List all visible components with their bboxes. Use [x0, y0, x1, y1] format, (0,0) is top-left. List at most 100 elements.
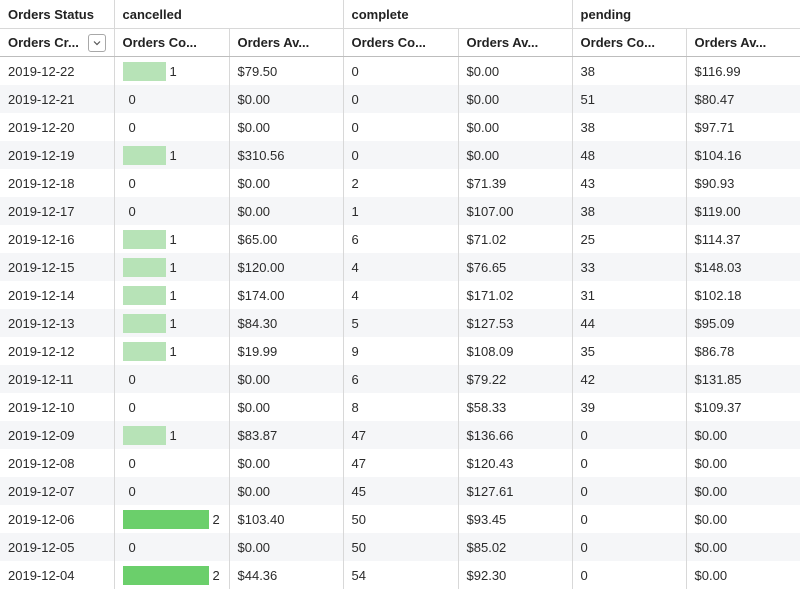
cell-pending-count: 38: [572, 197, 687, 225]
cell-pending-avg: $97.71: [686, 113, 800, 141]
pivot-table: Orders Status cancelled complete pending…: [0, 0, 800, 589]
table-row[interactable]: 2019-12-05 0 $0.00 50 $85.02 0 $0.00: [0, 533, 800, 561]
cell-cancelled-avg: $65.00: [229, 225, 344, 253]
cell-complete-avg: $120.43: [458, 449, 573, 477]
count-bar: [122, 61, 166, 81]
table-row[interactable]: 2019-12-07 0 $0.00 45 $127.61 0 $0.00: [0, 477, 800, 505]
cell-complete-count: 0: [343, 113, 459, 141]
column-header-cancelled-count[interactable]: Orders Co...: [114, 28, 230, 57]
table-row[interactable]: 2019-12-20 0 $0.00 0 $0.00 38 $97.71: [0, 113, 800, 141]
column-header-created-date[interactable]: Orders Cr...: [0, 28, 115, 57]
table-row[interactable]: 2019-12-15 1 $120.00 4 $76.65 33 $148.03: [0, 253, 800, 281]
table-row[interactable]: 2019-12-08 0 $0.00 47 $120.43 0 $0.00: [0, 449, 800, 477]
cell-cancelled-count: 1: [114, 141, 230, 169]
count-bar-wrap: 0: [123, 113, 225, 141]
cell-pending-avg: $0.00: [686, 421, 800, 449]
cell-created-date: 2019-12-17: [0, 197, 115, 225]
column-header-complete-avg[interactable]: Orders Av...: [458, 28, 573, 57]
cell-complete-count: 47: [343, 421, 459, 449]
cell-pending-count: 25: [572, 225, 687, 253]
count-value: 2: [212, 567, 220, 583]
count-value: 0: [128, 455, 136, 471]
count-value: 1: [169, 63, 177, 79]
cell-complete-avg: $0.00: [458, 113, 573, 141]
cell-pending-count: 0: [572, 533, 687, 561]
cell-complete-avg: $76.65: [458, 253, 573, 281]
table-row[interactable]: 2019-12-10 0 $0.00 8 $58.33 39 $109.37: [0, 393, 800, 421]
count-bar-wrap: 1: [122, 225, 225, 253]
table-row[interactable]: 2019-12-04 2 $44.36 54 $92.30 0 $0.00: [0, 561, 800, 589]
count-bar: [122, 145, 166, 165]
count-bar-wrap: 1: [122, 337, 225, 365]
column-header-label: Orders Cr...: [8, 35, 79, 50]
count-bar: [122, 565, 209, 585]
count-value: 1: [169, 427, 177, 443]
column-header-complete-count[interactable]: Orders Co...: [343, 28, 459, 57]
cell-pending-avg: $95.09: [686, 309, 800, 337]
pivot-dimension-label[interactable]: Orders Status: [0, 0, 115, 29]
count-bar-wrap: 1: [122, 57, 225, 85]
cell-complete-count: 0: [343, 56, 459, 85]
table-row[interactable]: 2019-12-09 1 $83.87 47 $136.66 0 $0.00: [0, 421, 800, 449]
cell-pending-count: 38: [572, 113, 687, 141]
cell-cancelled-count: 1: [114, 281, 230, 309]
count-value: 1: [169, 315, 177, 331]
table-row[interactable]: 2019-12-22 1 $79.50 0 $0.00 38 $116.99: [0, 56, 800, 85]
cell-pending-avg: $131.85: [686, 365, 800, 393]
column-header-cancelled-avg[interactable]: Orders Av...: [229, 28, 344, 57]
cell-created-date: 2019-12-14: [0, 281, 115, 309]
cell-pending-count: 0: [572, 449, 687, 477]
cell-complete-count: 8: [343, 393, 459, 421]
cell-pending-avg: $0.00: [686, 561, 800, 589]
count-bar: [122, 313, 166, 333]
cell-complete-count: 45: [343, 477, 459, 505]
cell-complete-count: 54: [343, 561, 459, 589]
cell-pending-avg: $80.47: [686, 85, 800, 113]
cell-pending-count: 31: [572, 281, 687, 309]
table-row[interactable]: 2019-12-19 1 $310.56 0 $0.00 48 $104.16: [0, 141, 800, 169]
cell-pending-avg: $148.03: [686, 253, 800, 281]
cell-cancelled-avg: $0.00: [229, 477, 344, 505]
table-row[interactable]: 2019-12-12 1 $19.99 9 $108.09 35 $86.78: [0, 337, 800, 365]
cell-complete-avg: $108.09: [458, 337, 573, 365]
cell-cancelled-count: 2: [114, 505, 230, 533]
column-header-pending-count[interactable]: Orders Co...: [572, 28, 687, 57]
table-row[interactable]: 2019-12-06 2 $103.40 50 $93.45 0 $0.00: [0, 505, 800, 533]
cell-pending-avg: $114.37: [686, 225, 800, 253]
pivot-group-cancelled[interactable]: cancelled: [114, 0, 344, 29]
table-row[interactable]: 2019-12-11 0 $0.00 6 $79.22 42 $131.85: [0, 365, 800, 393]
count-bar-wrap: 0: [123, 85, 225, 113]
table-row[interactable]: 2019-12-21 0 $0.00 0 $0.00 51 $80.47: [0, 85, 800, 113]
count-bar-wrap: 0: [123, 477, 225, 505]
cell-cancelled-count: 1: [114, 309, 230, 337]
cell-pending-count: 42: [572, 365, 687, 393]
sort-dropdown-button[interactable]: [87, 34, 106, 52]
cell-complete-avg: $92.30: [458, 561, 573, 589]
cell-created-date: 2019-12-16: [0, 225, 115, 253]
cell-cancelled-count: 0: [114, 85, 230, 113]
cell-cancelled-avg: $19.99: [229, 337, 344, 365]
cell-cancelled-avg: $103.40: [229, 505, 344, 533]
cell-cancelled-count: 0: [114, 477, 230, 505]
count-value: 0: [128, 371, 136, 387]
table-row[interactable]: 2019-12-18 0 $0.00 2 $71.39 43 $90.93: [0, 169, 800, 197]
cell-cancelled-count: 0: [114, 197, 230, 225]
table-row[interactable]: 2019-12-17 0 $0.00 1 $107.00 38 $119.00: [0, 197, 800, 225]
cell-complete-count: 9: [343, 337, 459, 365]
cell-created-date: 2019-12-11: [0, 365, 115, 393]
cell-cancelled-count: 2: [114, 561, 230, 589]
count-value: 1: [169, 259, 177, 275]
cell-created-date: 2019-12-04: [0, 561, 115, 589]
pivot-group-complete[interactable]: complete: [343, 0, 573, 29]
table-row[interactable]: 2019-12-16 1 $65.00 6 $71.02 25 $114.37: [0, 225, 800, 253]
cell-complete-avg: $136.66: [458, 421, 573, 449]
cell-cancelled-count: 1: [114, 421, 230, 449]
pivot-group-pending[interactable]: pending: [572, 0, 800, 29]
table-row[interactable]: 2019-12-14 1 $174.00 4 $171.02 31 $102.18: [0, 281, 800, 309]
cell-complete-count: 1: [343, 197, 459, 225]
cell-cancelled-avg: $174.00: [229, 281, 344, 309]
column-header-pending-avg[interactable]: Orders Av...: [686, 28, 800, 57]
cell-pending-count: 43: [572, 169, 687, 197]
cell-created-date: 2019-12-10: [0, 393, 115, 421]
table-row[interactable]: 2019-12-13 1 $84.30 5 $127.53 44 $95.09: [0, 309, 800, 337]
